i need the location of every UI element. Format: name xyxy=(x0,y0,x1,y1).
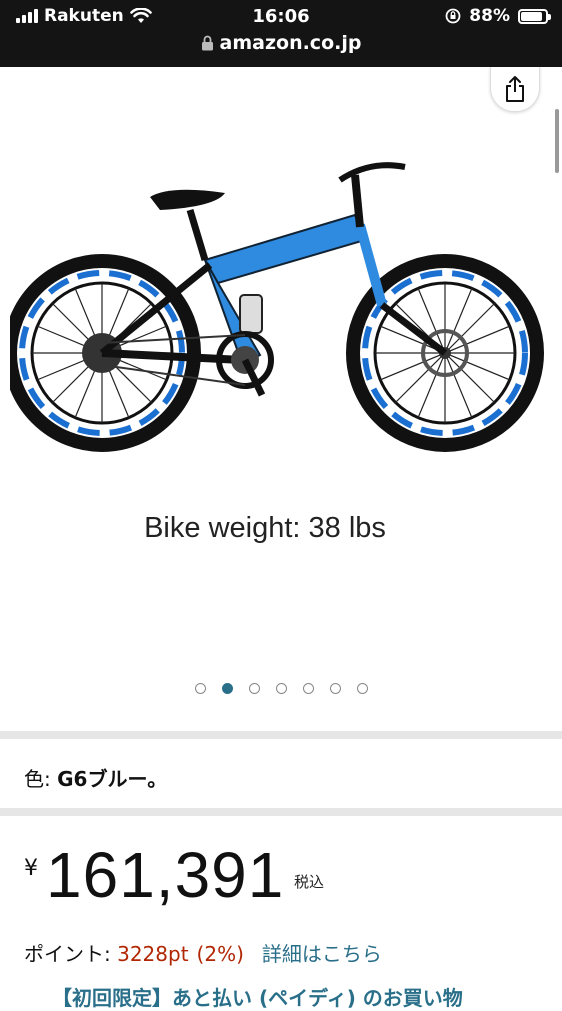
scrollbar[interactable] xyxy=(555,109,559,173)
product-image-gallery[interactable]: Bike weight: 38 lbs xyxy=(0,67,562,731)
image-caption: Bike weight: 38 lbs xyxy=(144,512,386,544)
color-label: 色: xyxy=(24,767,58,791)
gallery-dot-1[interactable] xyxy=(194,683,206,694)
points-percent: (2%) xyxy=(196,942,244,966)
browser-top-bar: Rakuten 16:06 88% amazon.co.jp xyxy=(0,0,562,67)
gallery-dot-2[interactable] xyxy=(221,683,233,694)
promo-link[interactable]: 【初回限定】あと払い (ペイディ) のお買い物 xyxy=(52,982,463,1011)
status-bar: Rakuten 16:06 88% xyxy=(0,0,562,34)
orientation-lock-icon xyxy=(445,8,461,24)
lock-icon xyxy=(201,35,213,51)
product-image-bike[interactable] xyxy=(10,155,550,475)
gallery-dot-5[interactable] xyxy=(302,683,314,694)
points-label: ポイント: xyxy=(24,942,118,966)
points-details-link[interactable]: 詳細はこちら xyxy=(262,942,382,966)
gallery-pagination[interactable] xyxy=(0,683,562,694)
battery-icon xyxy=(518,8,551,24)
url-bar[interactable]: amazon.co.jp xyxy=(0,32,562,54)
share-button[interactable] xyxy=(490,67,540,112)
points-row: ポイント: 3228pt (2%) 詳細はこちら xyxy=(24,938,382,967)
price-value: 161,391 xyxy=(46,839,285,911)
gallery-dot-3[interactable] xyxy=(248,683,260,694)
url-domain[interactable]: amazon.co.jp xyxy=(220,32,362,54)
share-icon xyxy=(506,76,524,102)
gallery-dot-4[interactable] xyxy=(275,683,287,694)
battery-percent: 88% xyxy=(469,6,510,26)
points-value: 3228pt xyxy=(117,942,189,966)
gallery-dot-7[interactable] xyxy=(356,683,368,694)
color-value: G6ブルー。 xyxy=(57,767,168,791)
frame xyxy=(99,162,448,365)
tax-label: 税込 xyxy=(294,873,325,891)
right-status: 88% xyxy=(445,6,551,26)
section-divider xyxy=(0,731,562,739)
section-divider xyxy=(0,808,562,816)
color-selection: 色: G6ブルー。 xyxy=(24,763,167,792)
currency-symbol: ¥ xyxy=(24,856,38,881)
gallery-dot-6[interactable] xyxy=(329,683,341,694)
